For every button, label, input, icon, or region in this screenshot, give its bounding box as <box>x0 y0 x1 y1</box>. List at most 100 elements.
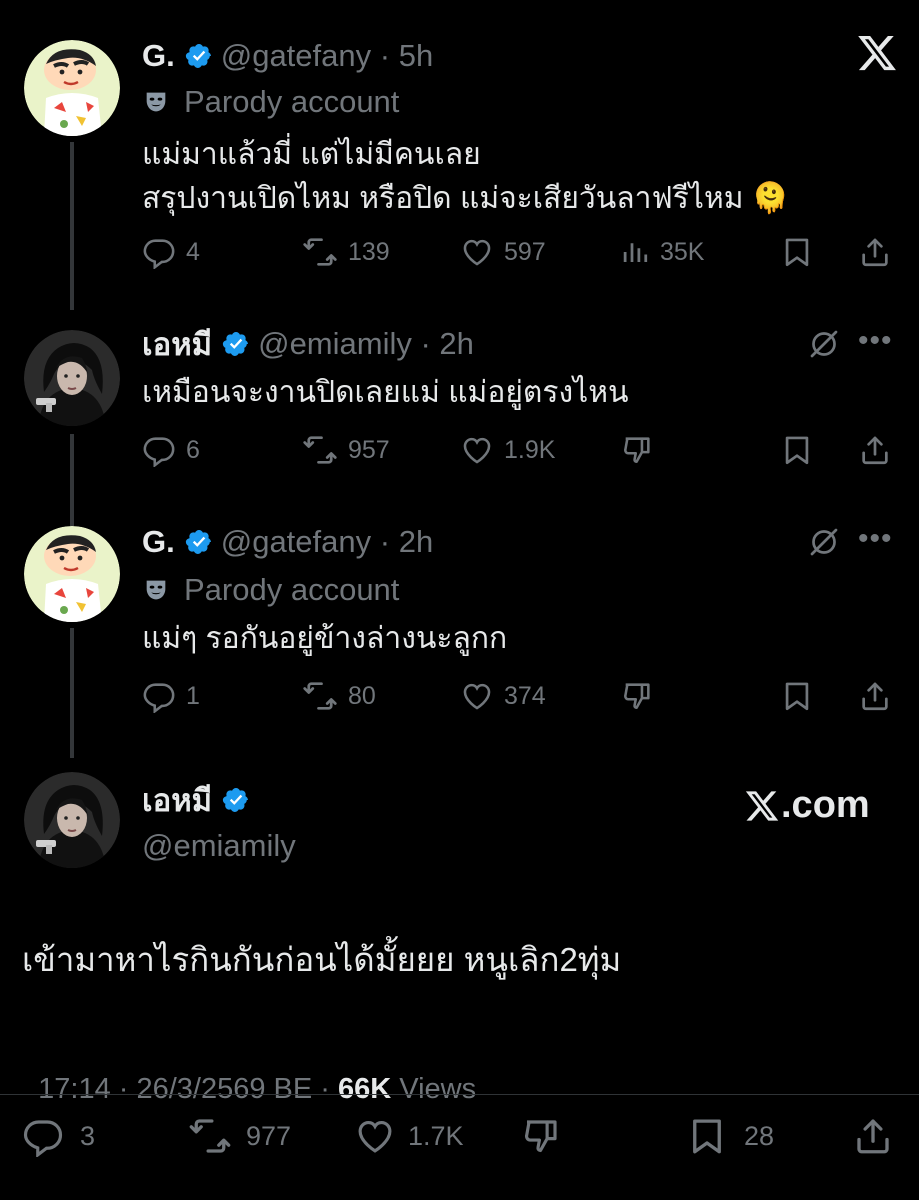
tweet-time[interactable]: 2h <box>439 326 473 362</box>
display-name[interactable]: เอหมี <box>142 319 212 369</box>
avatar[interactable] <box>24 526 120 622</box>
tweet-text-line: สรุปงานเปิดไหม หรือปิด แม่จะเสียวันลาฟรี… <box>142 182 744 215</box>
like-count: 1.9K <box>504 435 556 464</box>
dislike-button[interactable] <box>620 430 664 470</box>
more-options-button[interactable]: ••• <box>858 326 898 362</box>
repost-icon <box>188 1114 232 1158</box>
bookmark-icon <box>780 235 814 269</box>
repost-button[interactable]: 80 <box>302 676 376 716</box>
not-interested-button[interactable] <box>806 524 842 560</box>
repost-button[interactable]: 957 <box>302 430 390 470</box>
heart-icon <box>460 679 494 713</box>
timestamp[interactable]: 17:14 · 26/3/2569 BE · <box>38 1073 338 1105</box>
user-handle[interactable]: @emiamily <box>142 826 296 866</box>
reply-count: 3 <box>80 1120 96 1151</box>
share-icon <box>858 433 892 467</box>
share-icon <box>858 679 892 713</box>
display-name[interactable]: G. <box>142 524 175 560</box>
bookmark-icon <box>780 679 814 713</box>
share-icon <box>858 235 892 269</box>
parody-label: Parody account <box>142 82 399 122</box>
user-handle[interactable]: @gatefany <box>221 38 371 74</box>
bookmark-button[interactable]: 28 <box>686 1114 774 1158</box>
dislike-button[interactable] <box>520 1114 572 1158</box>
tweet-text: สรุปงานเปิดไหม หรือปิด แม่จะเสียวันลาฟรี… <box>142 176 789 222</box>
tweet-text: แม่ๆ รอกันอยู่ข้างล่างนะลูกก <box>142 622 508 655</box>
tweet-meta: 17:14 · 26/3/2569 BE · 66K Views <box>22 1040 476 1106</box>
user-handle[interactable]: @emiamily <box>258 326 412 362</box>
avatar[interactable] <box>24 772 120 868</box>
repost-icon <box>302 234 338 270</box>
bookmark-button[interactable] <box>780 430 824 470</box>
tweet-actions: 1 80 374 <box>0 676 919 716</box>
tweet-time[interactable]: 5h <box>399 38 433 74</box>
brand-suffix: .com <box>781 784 870 826</box>
reply-button[interactable]: 4 <box>142 232 200 272</box>
bookmark-icon <box>686 1115 728 1157</box>
x-com-brand: .com <box>744 784 870 827</box>
like-button[interactable]: 1.9K <box>460 430 555 470</box>
repost-button[interactable]: 977 <box>188 1114 291 1158</box>
avatar[interactable] <box>24 330 120 426</box>
bookmark-count: 28 <box>744 1120 775 1151</box>
repost-icon <box>302 678 338 714</box>
share-button[interactable] <box>852 1114 904 1158</box>
tweet-actions: 6 957 1.9K <box>0 430 919 470</box>
tweet-header: G. @gatefany · 2h <box>142 522 433 562</box>
verified-badge-icon <box>185 42 213 70</box>
views-icon <box>620 237 650 267</box>
heart-icon <box>354 1115 396 1157</box>
parody-text: Parody account <box>184 572 400 607</box>
like-button[interactable]: 374 <box>460 676 546 716</box>
verified-badge-icon <box>185 528 213 556</box>
views-label: Views <box>391 1073 477 1105</box>
views-count: 66K <box>338 1073 392 1105</box>
user-handle[interactable]: @gatefany <box>221 524 371 560</box>
tweet-header: G. @gatefany · 5h <box>142 36 433 76</box>
tweet-text: เหมือนจะงานปิดเลยแม่ แม่อยู่ตรงไหน <box>142 376 629 409</box>
more-options-button[interactable]: ••• <box>858 524 898 560</box>
heart-icon <box>460 433 494 467</box>
like-count: 1.7K <box>408 1120 464 1151</box>
tweet-time[interactable]: 2h <box>399 524 433 560</box>
dislike-icon <box>620 679 654 713</box>
share-icon <box>852 1115 894 1157</box>
x-logo-icon <box>856 32 898 74</box>
avatar[interactable] <box>24 40 120 136</box>
tweet-text: แม่มาแล้วมี่ แต่ไม่มีคนเลย <box>142 138 481 171</box>
divider <box>0 1094 919 1095</box>
share-button[interactable] <box>858 232 902 272</box>
share-button[interactable] <box>858 430 902 470</box>
thread-line <box>70 142 74 310</box>
reply-button[interactable]: 1 <box>142 676 200 716</box>
reply-button[interactable]: 6 <box>142 430 200 470</box>
reply-button[interactable]: 3 <box>22 1114 95 1158</box>
not-interested-icon <box>806 326 842 362</box>
dislike-button[interactable] <box>620 676 664 716</box>
like-count: 597 <box>504 237 546 266</box>
x-logo-icon <box>744 788 780 824</box>
heart-icon <box>460 235 494 269</box>
melting-face-emoji: 🫠 <box>751 182 790 215</box>
share-button[interactable] <box>858 676 902 716</box>
reply-count: 6 <box>186 435 200 464</box>
views-button[interactable]: 35K <box>620 232 704 272</box>
repost-button[interactable]: 139 <box>302 232 390 272</box>
display-name[interactable]: G. <box>142 38 175 74</box>
like-button[interactable]: 1.7K <box>354 1114 464 1158</box>
like-button[interactable]: 597 <box>460 232 546 272</box>
more-icon: ••• <box>858 522 893 555</box>
repost-count: 139 <box>348 237 390 266</box>
main-tweet-header: เอหมี <box>142 780 258 820</box>
reply-icon <box>142 679 176 713</box>
separator-dot: · <box>371 524 399 559</box>
not-interested-button[interactable] <box>806 326 842 362</box>
separator-dot: · <box>411 326 440 361</box>
repost-count: 957 <box>348 435 390 464</box>
close-button[interactable] <box>856 32 898 74</box>
bookmark-button[interactable] <box>780 232 824 272</box>
bookmark-button[interactable] <box>780 676 824 716</box>
parody-mask-icon <box>142 88 170 116</box>
tweet-actions: 4 139 597 35K <box>0 232 919 272</box>
display-name[interactable]: เอหมี <box>142 775 212 825</box>
